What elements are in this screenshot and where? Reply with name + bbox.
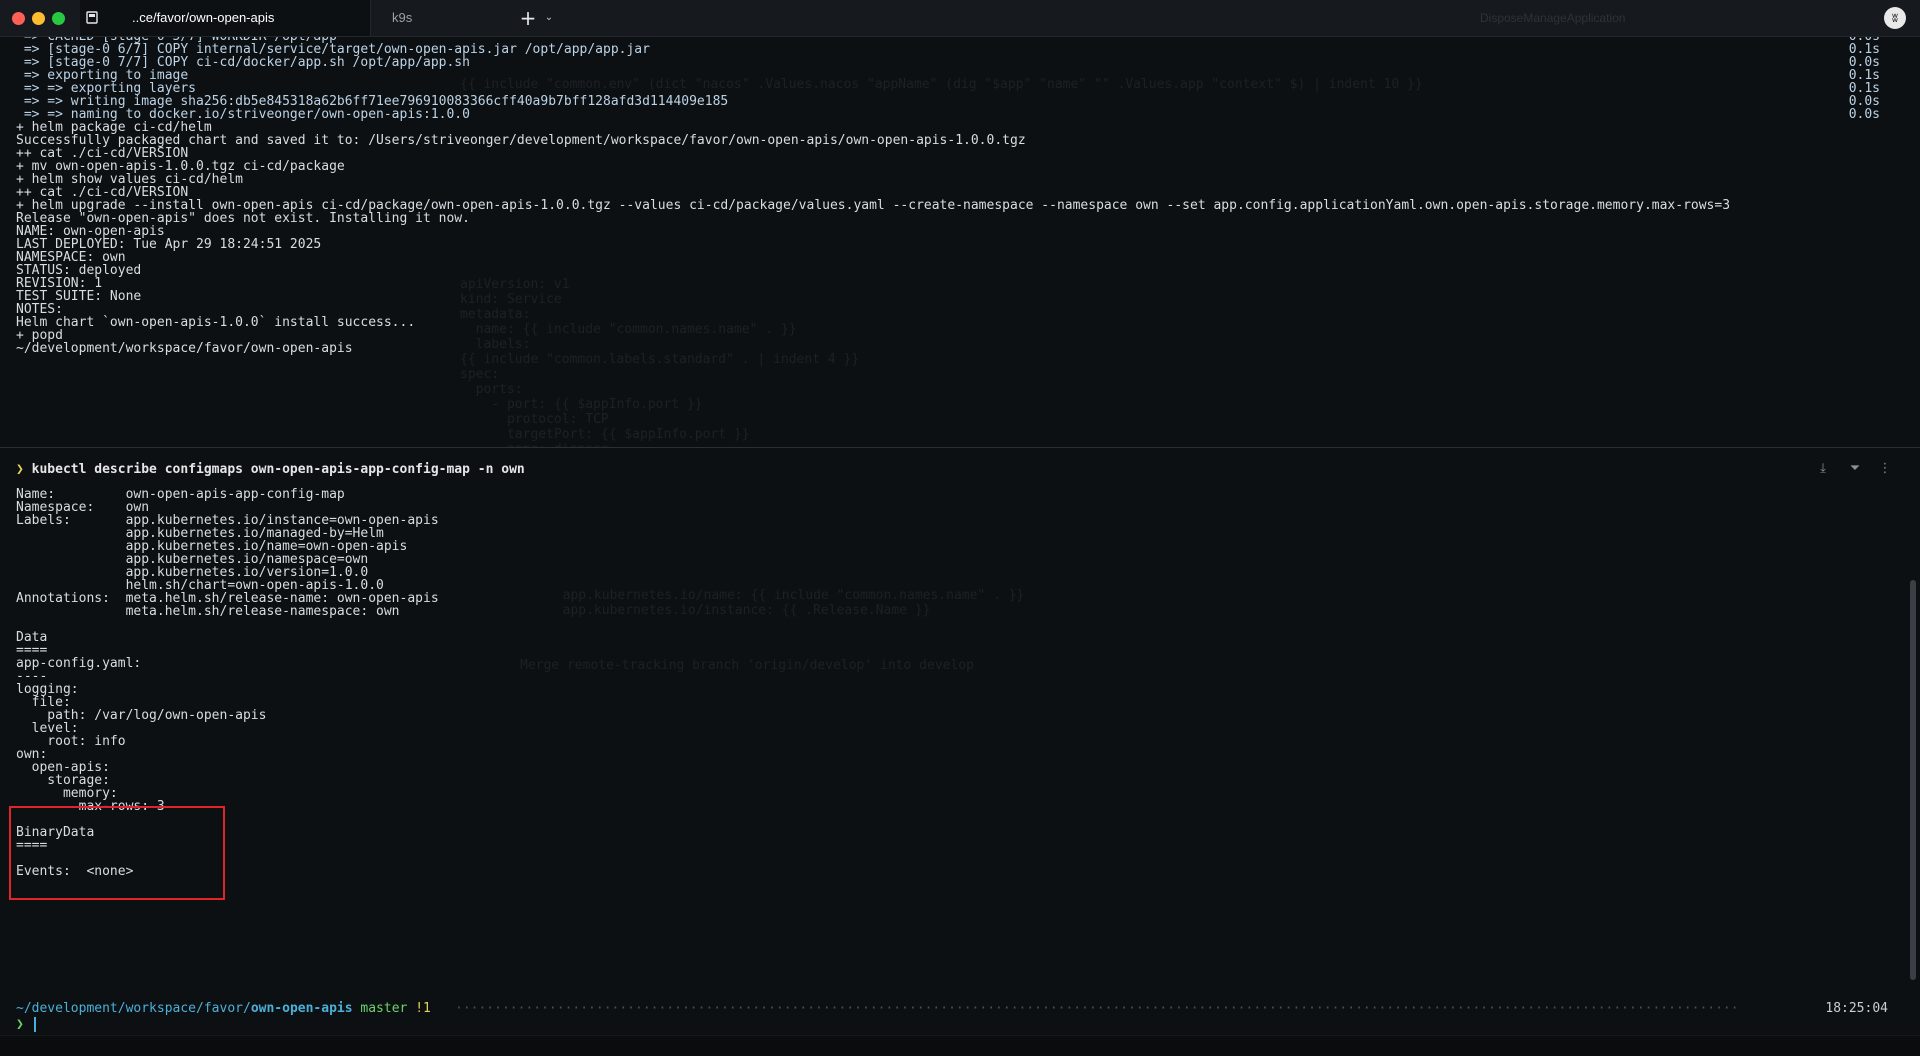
scrollbar[interactable] [1910, 580, 1916, 980]
background-git-log-ghost: Merge remote-tracking branch 'origin/dev… [520, 658, 974, 673]
background-editor-ghost: apiVersion: v1 kind: Service metadata: n… [460, 277, 860, 447]
command-line: ❯ kubectl describe configmaps own-open-a… [16, 462, 525, 478]
terminal-output-line: Helm chart `own-open-apis-1.0.0` install… [16, 315, 416, 330]
prompt-path-prefix: ~/development/workspace/favor/ [16, 1001, 251, 1016]
terminal-output-line: meta.helm.sh/release-namespace: own [16, 604, 400, 619]
terminal-window: ..ce/favor/own-open-apis k9s + ⌄ Dispose… [0, 0, 1920, 1056]
minimize-window-button[interactable] [32, 12, 45, 25]
prompt-status: ~/development/workspace/favor/own-open-a… [16, 1001, 431, 1017]
zoom-window-button[interactable] [52, 12, 65, 25]
download-icon[interactable]: ⤓ [1814, 460, 1832, 478]
command-text: kubectl describe configmaps own-open-api… [31, 462, 525, 477]
prompt-time: 18:25:04 [1825, 1001, 1888, 1016]
prompt-arrow: ❯ [16, 462, 24, 477]
new-tab-plus-icon[interactable]: + [518, 8, 538, 28]
close-window-button[interactable] [12, 12, 25, 25]
tab-label: k9s [392, 10, 413, 25]
more-options-icon[interactable]: ⋮ [1876, 460, 1894, 478]
book-icon [86, 11, 98, 24]
terminal-output-line: ~/development/workspace/favor/own-open-a… [16, 341, 353, 356]
git-status: !1 [415, 1001, 431, 1016]
prompt-filler: ········································… [455, 1001, 1739, 1016]
filter-icon[interactable]: ⏷ [1846, 460, 1864, 478]
highlight-box-max-rows [9, 806, 225, 900]
text-cursor[interactable] [34, 1017, 36, 1032]
tab-own-open-apis[interactable]: ..ce/favor/own-open-apis [80, 0, 371, 36]
background-editor-ghost: {{ include "common.env" (dict "nacos" .V… [460, 77, 1423, 92]
background-app-title: DisposeManageApplication [1480, 11, 1626, 25]
terminal-pane-bottom[interactable]: app.kubernetes.io/name: {{ include "comm… [0, 448, 1920, 978]
prompt-path-dir: own-open-apis [250, 1001, 353, 1016]
status-bar [0, 1035, 1920, 1056]
shell-prompt[interactable]: ~/development/workspace/favor/own-open-a… [0, 995, 1920, 1033]
prompt-caret: ❯ [16, 1017, 24, 1032]
terminal-pane-top[interactable]: {{ include "common.env" (dict "nacos" .V… [0, 37, 1920, 447]
pane-toolbar: ⤓ ⏷ ⋮ [1814, 460, 1896, 480]
tab-label: ..ce/favor/own-open-apis [132, 10, 275, 25]
git-branch: master [360, 1001, 408, 1016]
background-editor-ghost: app.kubernetes.io/name: {{ include "comm… [562, 588, 1025, 618]
app-logo-icon[interactable]: ʬ [1884, 7, 1906, 29]
chevron-down-icon[interactable]: ⌄ [542, 9, 556, 27]
tab-k9s[interactable]: k9s [372, 0, 502, 36]
build-step-timing: 0.0s [1848, 107, 1880, 122]
title-bar: ..ce/favor/own-open-apis k9s + ⌄ Dispose… [0, 0, 1920, 37]
